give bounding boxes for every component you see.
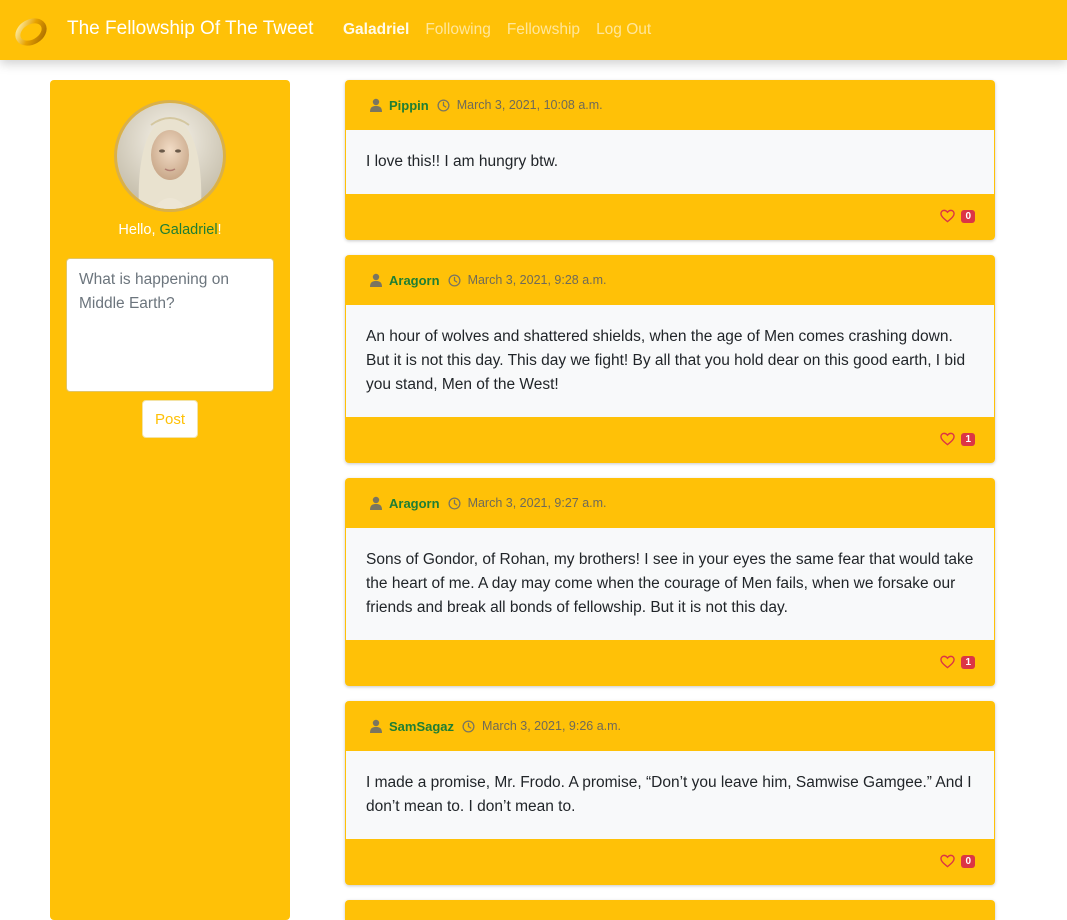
avatar xyxy=(114,100,226,212)
tweet-username[interactable]: SamSagaz xyxy=(389,719,454,734)
nav-link-fellowship[interactable]: Fellowship xyxy=(507,21,580,39)
tweet-footer: 0 xyxy=(345,839,995,885)
like-count-badge: 0 xyxy=(961,209,975,223)
tweet-username[interactable]: Pippin xyxy=(389,98,429,113)
tweet-card: SamSagaz March 3, 2021, 9:26 a.m. I made… xyxy=(345,701,995,885)
like-count-badge: 1 xyxy=(961,432,975,446)
heart-icon[interactable] xyxy=(940,209,956,223)
heart-icon[interactable] xyxy=(940,432,956,446)
like-count-badge: 0 xyxy=(961,854,975,868)
clock-icon xyxy=(448,273,461,287)
tweet-header: Aragorn March 3, 2021, 9:27 a.m. xyxy=(345,478,995,528)
tweet-username[interactable]: Aragorn xyxy=(389,496,440,511)
tweet-timestamp: March 3, 2021, 9:27 a.m. xyxy=(467,496,607,510)
greeting: Hello, Galadriel! xyxy=(50,222,290,238)
sidebar: Hello, Galadriel! Post xyxy=(50,80,290,920)
nav-link-profile[interactable]: Galadriel xyxy=(343,21,409,39)
post-button[interactable]: Post xyxy=(142,400,198,438)
tweet-header: Aragorn March 3, 2021, 9:28 a.m. xyxy=(345,255,995,305)
user-icon xyxy=(370,719,382,733)
brand-title[interactable]: The Fellowship Of The Tweet xyxy=(67,18,313,40)
tweet-text: I made a promise, Mr. Frodo. A promise, … xyxy=(345,751,995,839)
heart-icon[interactable] xyxy=(940,854,956,868)
tweet-header: Pippin March 3, 2021, 10:08 a.m. xyxy=(345,80,995,130)
new-tweet-input[interactable] xyxy=(66,258,274,392)
tweet-card: Aragorn March 3, 2021, 9:28 a.m. An hour… xyxy=(345,255,995,463)
nav-link-logout[interactable]: Log Out xyxy=(596,21,651,39)
tweet-footer: 0 xyxy=(345,194,995,240)
navbar: The Fellowship Of The Tweet Galadriel Fo… xyxy=(0,0,1067,60)
clock-icon xyxy=(462,719,475,733)
tweet-header: SamSagaz March 3, 2021, 9:26 a.m. xyxy=(345,701,995,751)
greeting-prefix: Hello, xyxy=(118,222,160,238)
tweet-timestamp: March 3, 2021, 9:26 a.m. xyxy=(482,719,622,733)
tweet-card: Pippin March 3, 2021, 10:08 a.m. I love … xyxy=(345,80,995,240)
tweet-username[interactable]: Aragorn xyxy=(389,273,440,288)
heart-icon[interactable] xyxy=(940,655,956,669)
greeting-username[interactable]: Galadriel xyxy=(160,222,218,238)
like-button[interactable]: 0 xyxy=(940,854,975,868)
tweet-footer: 1 xyxy=(345,640,995,686)
clock-icon xyxy=(437,98,450,112)
like-button[interactable]: 0 xyxy=(940,209,975,223)
user-icon xyxy=(370,98,382,112)
nav-link-following[interactable]: Following xyxy=(425,21,490,39)
user-icon xyxy=(370,273,382,287)
tweet-text: Sons of Gondor, of Rohan, my brothers! I… xyxy=(345,528,995,640)
clock-icon xyxy=(448,496,461,510)
like-button[interactable]: 1 xyxy=(940,432,975,446)
like-button[interactable]: 1 xyxy=(940,655,975,669)
like-count-badge: 1 xyxy=(961,655,975,669)
user-icon xyxy=(370,496,382,510)
tweet-card-partial xyxy=(345,900,995,920)
tweet-text: An hour of wolves and shattered shields,… xyxy=(345,305,995,417)
tweet-card: Aragorn March 3, 2021, 9:27 a.m. Sons of… xyxy=(345,478,995,686)
tweet-footer: 1 xyxy=(345,417,995,463)
greeting-suffix: ! xyxy=(217,222,222,238)
nav-links: Galadriel Following Fellowship Log Out xyxy=(343,21,651,39)
ring-logo-icon[interactable] xyxy=(14,14,48,48)
tweet-timestamp: March 3, 2021, 10:08 a.m. xyxy=(456,98,603,112)
tweet-timestamp: March 3, 2021, 9:28 a.m. xyxy=(467,273,607,287)
tweet-text: I love this!! I am hungry btw. xyxy=(345,130,995,194)
